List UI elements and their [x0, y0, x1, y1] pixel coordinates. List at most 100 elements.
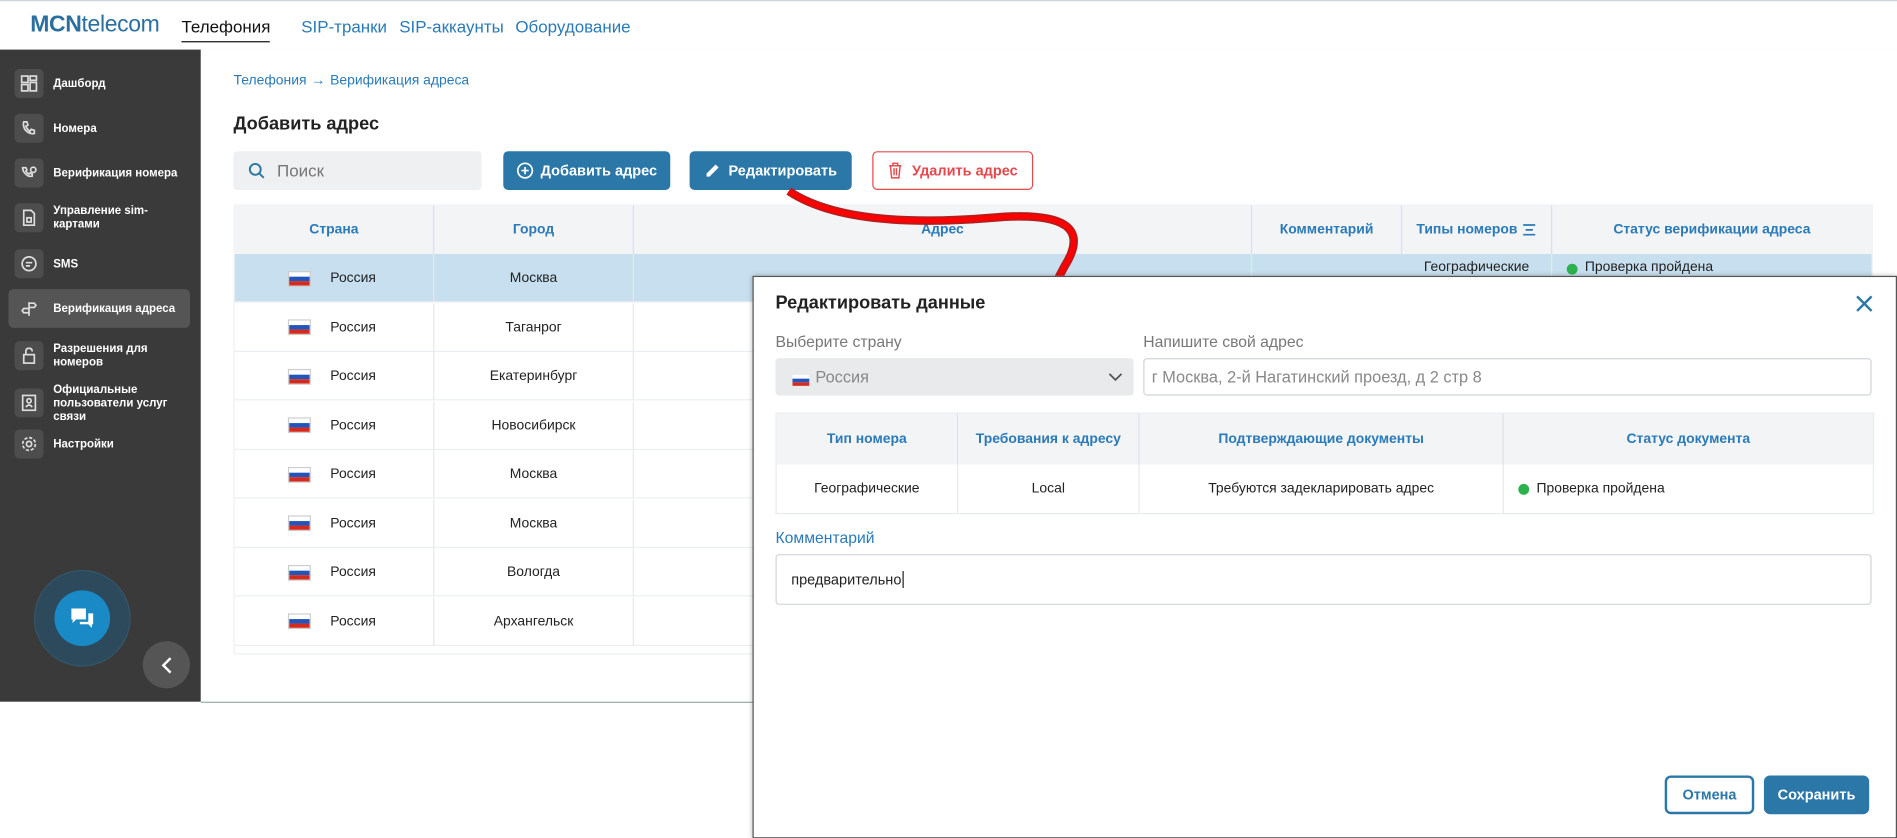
sidebar-item-address-verification[interactable]: Верификация адреса: [8, 289, 190, 328]
cell-country: Россия: [235, 499, 435, 548]
cell-country: Россия: [235, 450, 435, 499]
sidebar-item-label: Номера: [53, 121, 97, 135]
sim-icon: [14, 203, 44, 233]
user-doc-icon: [14, 388, 44, 418]
col-verification-status[interactable]: Статус верификации адреса: [1552, 206, 1871, 254]
flag-russia-icon: [792, 371, 810, 386]
cell-country: Россия: [235, 352, 435, 401]
sidebar-item-sms[interactable]: SMS: [8, 248, 189, 279]
sidebar-item-numbers[interactable]: Номера: [8, 113, 189, 144]
comment-label: Комментарий: [775, 528, 875, 547]
page-title: Добавить адрес: [233, 113, 380, 135]
sidebar-item-dashboard[interactable]: Дашборд: [8, 68, 189, 99]
breadcrumb-telephony[interactable]: Телефония: [233, 74, 306, 89]
cell-city: Москва: [434, 499, 634, 548]
flag-russia-icon: [287, 368, 311, 385]
add-address-button[interactable]: Добавить адрес: [503, 151, 671, 190]
topnav-sip-accounts[interactable]: SIP-аккаунты: [399, 17, 504, 36]
col-comment[interactable]: Комментарий: [1252, 205, 1403, 255]
cell-city: Таганрог: [434, 303, 634, 352]
cell-city: Архангельск: [434, 597, 634, 646]
phone-icon: [14, 113, 44, 143]
close-icon[interactable]: [1852, 292, 1876, 316]
cell-country: Россия: [235, 401, 435, 450]
comment-input[interactable]: предварительно: [775, 554, 1872, 605]
country-select[interactable]: Россия: [775, 358, 1134, 396]
text-cursor: [902, 571, 904, 588]
flag-russia-icon: [287, 417, 311, 434]
col-address-requirements: Требования к адресу: [958, 413, 1140, 465]
address-label: Напишите свой адрес: [1143, 332, 1304, 351]
arrow-right-icon: →: [311, 73, 326, 89]
cell-number-type: Географические: [777, 464, 959, 513]
topnav-telephony[interactable]: Телефония: [181, 17, 271, 43]
flag-russia-icon: [287, 270, 311, 287]
sidebar-item-number-verification[interactable]: Верификация номера: [8, 157, 189, 188]
status-dot: [1518, 483, 1530, 495]
logo[interactable]: MCNtelecom: [30, 12, 160, 39]
sidebar-item-label: Верификация номера: [53, 166, 178, 180]
cell-city: Москва: [434, 254, 634, 303]
col-document-status: Статус документа: [1503, 413, 1873, 465]
search-box[interactable]: [233, 151, 482, 190]
col-number-types[interactable]: Типы номеров: [1402, 205, 1553, 255]
breadcrumb-address-verification[interactable]: Верификация адреса: [330, 74, 469, 89]
cell-city: Вологда: [434, 548, 634, 597]
search-input[interactable]: [274, 159, 474, 182]
cell-requirements: Local: [958, 464, 1140, 513]
chevron-left-icon: [161, 656, 171, 673]
sidebar-item-number-permissions[interactable]: Разрешения для номеров: [8, 340, 189, 371]
topnav-equipment[interactable]: Оборудование: [515, 17, 630, 36]
requirements-table: Тип номера Требования к адресу Подтвержд…: [775, 412, 1875, 515]
status-dot: [1566, 263, 1578, 275]
col-city[interactable]: Город: [434, 205, 634, 255]
sidebar-item-label: Дашборд: [53, 76, 106, 91]
flag-russia-icon: [287, 564, 311, 581]
sidebar-item-label: Официальные пользователи услуг связи: [53, 382, 168, 423]
sms-icon: [14, 249, 44, 279]
flag-russia-icon: [287, 613, 311, 630]
chat-button[interactable]: [35, 571, 130, 666]
sidebar-item-label: Разрешения для номеров: [53, 342, 148, 369]
topnav-sip-trunks[interactable]: SIP-транки: [301, 17, 387, 36]
search-icon: [248, 162, 265, 179]
flag-russia-icon: [287, 515, 311, 532]
sidebar-item-sim-management[interactable]: Управление sim-картами: [8, 202, 189, 233]
country-label: Выберите страну: [775, 332, 902, 351]
cell-country: Россия: [235, 254, 435, 303]
gear-icon: [14, 429, 44, 459]
flag-russia-icon: [287, 466, 311, 483]
col-country[interactable]: Страна: [235, 205, 435, 255]
chevron-down-icon: [1108, 372, 1123, 381]
dashboard-icon: [14, 68, 44, 98]
signpost-icon: [15, 294, 44, 323]
sidebar-item-official-users[interactable]: Официальные пользователи услуг связи: [8, 382, 189, 423]
collapse-sidebar-button[interactable]: [142, 641, 190, 689]
col-number-type: Тип номера: [776, 413, 959, 465]
address-input[interactable]: г Москва, 2-й Нагатинский проезд, д 2 ст…: [1143, 358, 1872, 396]
cell-country: Россия: [235, 597, 435, 646]
lock-icon: [14, 341, 44, 371]
sidebar-item-label: Управление sim-картами: [53, 204, 148, 232]
cell-documents: Требуются задекларировать адрес: [1140, 464, 1504, 513]
sidebar-item-label: SMS: [53, 257, 79, 271]
sort-icon[interactable]: [1522, 224, 1537, 236]
cell-country: Россия: [235, 548, 435, 597]
cell-city: Екатеринбург: [434, 352, 634, 401]
trash-icon: [888, 162, 902, 179]
cell-country: Россия: [235, 303, 435, 352]
col-supporting-documents: Подтверждающие документы: [1139, 413, 1504, 465]
number-verify-icon: [14, 158, 44, 188]
cancel-button[interactable]: Отмена: [1664, 775, 1755, 815]
sidebar-item-settings[interactable]: Настройки: [8, 428, 189, 459]
save-button[interactable]: Сохранить: [1763, 775, 1870, 815]
sidebar-item-label: Верификация адреса: [53, 301, 176, 316]
cell-city: Москва: [434, 450, 634, 499]
plus-circle-icon: [516, 162, 533, 179]
sidebar-item-label: Настройки: [53, 437, 114, 451]
flag-russia-icon: [287, 319, 311, 336]
country-value: Россия: [815, 367, 869, 386]
cell-document-status: Проверка пройдена: [1504, 465, 1873, 513]
edit-modal: Редактировать данные Выберите страну Рос…: [752, 275, 1897, 838]
breadcrumb: Телефония → Верификация адреса: [233, 74, 469, 89]
